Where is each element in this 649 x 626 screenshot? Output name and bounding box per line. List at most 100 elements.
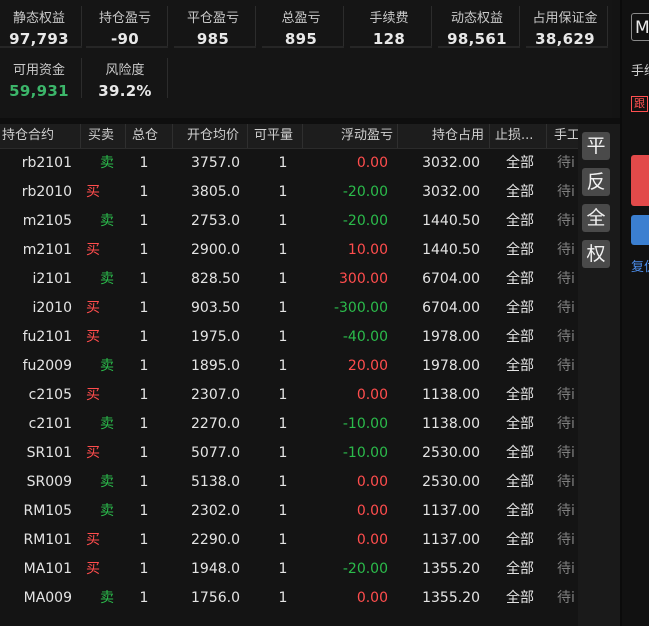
stat-label: 持仓盈亏 [98,11,151,26]
cell-manual[interactable]: 待i [557,352,578,381]
header-symbol[interactable]: 持仓合约 [2,124,72,148]
cell-manual[interactable]: 待i [557,207,578,236]
header-margin[interactable]: 持仓占用 [397,124,484,148]
cell-qty: 1 [139,532,149,548]
cell-stop-loss[interactable]: 全部 [506,265,540,294]
table-row[interactable]: fu2101 买 1 1975.0 1 -40.00 1978.00 全部 待i [0,323,578,352]
cell-stop-loss[interactable]: 全部 [506,149,540,178]
cell-manual[interactable]: 待i [557,265,578,294]
close-all-button[interactable]: 全 [582,204,610,232]
cell-stop-loss[interactable]: 全部 [506,294,540,323]
stat-cell: 总盈亏 895 [262,0,344,48]
cell-manual[interactable]: 待i [557,526,578,555]
cell-stop-loss[interactable]: 全部 [506,207,540,236]
stat-divider [255,6,256,46]
table-row[interactable]: m2105 卖 1 2753.0 1 -20.00 1440.50 全部 待i [0,207,578,236]
cell-floating-pnl: -10.00 [342,445,388,461]
cell-manual[interactable]: 待i [557,294,578,323]
table-row[interactable]: c2105 买 1 2307.0 1 0.00 1138.00 全部 待i [0,381,578,410]
stat-label: 平仓盈亏 [186,11,239,26]
table-row[interactable]: RM105 卖 1 2302.0 1 0.00 1137.00 全部 待i [0,497,578,526]
cell-floating-pnl: 0.00 [356,532,388,548]
cell-symbol: RM105 [23,503,72,519]
table-row[interactable]: m2101 买 1 2900.0 1 10.00 1440.50 全部 待i [0,236,578,265]
cell-avg-price: 2302.0 [191,503,240,519]
copy-link[interactable]: 复仇 [631,256,649,275]
cell-floating-pnl: -300.00 [333,300,388,316]
table-row[interactable]: SR101 买 1 5077.0 1 -10.00 2530.00 全部 待i [0,439,578,468]
positions-table: 持仓合约 买卖 总仓 开仓均价 可平量 浮动盈亏 持仓占用 止损... 手工 r… [0,124,578,626]
cell-qty: 1 [139,474,149,490]
cell-avg-price: 3805.0 [191,184,240,200]
table-row[interactable]: SR009 卖 1 5138.0 1 0.00 2530.00 全部 待i [0,468,578,497]
table-row[interactable]: RM101 买 1 2290.0 1 0.00 1137.00 全部 待i [0,526,578,555]
cell-stop-loss[interactable]: 全部 [506,323,540,352]
cell-manual[interactable]: 待i [557,584,578,613]
cell-avg-price: 1948.0 [191,561,240,577]
stat-label: 静态权益 [12,11,65,26]
close-position-button[interactable]: 平 [582,132,610,160]
stat-underline [0,46,82,48]
header-pnl[interactable]: 浮动盈亏 [302,124,397,148]
cell-floating-pnl: -20.00 [342,213,388,229]
header-stop[interactable]: 止损... [489,124,545,148]
header-avg[interactable]: 开仓均价 [172,124,257,148]
table-row[interactable]: c2101 卖 1 2270.0 1 -10.00 1138.00 全部 待i [0,410,578,439]
stat-cell: 占用保证金 38,629 [526,0,608,48]
cell-manual[interactable]: 待i [557,439,578,468]
cell-margin: 3032.00 [422,184,480,200]
cell-stop-loss[interactable]: 全部 [506,497,540,526]
reverse-position-button[interactable]: 反 [582,168,610,196]
cell-stop-loss[interactable]: 全部 [506,468,540,497]
header-avail[interactable]: 可平量 [247,124,304,148]
header-side[interactable]: 买卖 [80,124,128,148]
cell-manual[interactable]: 待i [557,149,578,178]
stat-divider [519,6,520,46]
contract-select[interactable]: M [631,13,649,41]
table-row[interactable]: i2101 卖 1 828.50 1 300.00 6704.00 全部 待i [0,265,578,294]
cell-available: 1 [278,590,288,606]
cell-stop-loss[interactable]: 全部 [506,236,540,265]
buy-order-button[interactable] [631,155,649,206]
table-row[interactable]: i2010 买 1 903.50 1 -300.00 6704.00 全部 待i [0,294,578,323]
cell-stop-loss[interactable]: 全部 [506,410,540,439]
stat-divider [431,6,432,46]
follow-tag[interactable]: 跟 [631,96,648,112]
cell-manual[interactable]: 待i [557,178,578,207]
cell-available: 1 [278,561,288,577]
cell-available: 1 [278,329,288,345]
cell-manual[interactable]: 待i [557,555,578,584]
cell-stop-loss[interactable]: 全部 [506,555,540,584]
cell-manual[interactable]: 待i [557,323,578,352]
cell-manual[interactable]: 待i [557,497,578,526]
table-row[interactable]: MA009 卖 1 1756.0 1 0.00 1355.20 全部 待i [0,584,578,613]
stat-label: 手续费 [369,11,409,26]
cell-side: 卖 [100,474,114,490]
cell-manual[interactable]: 待i [557,468,578,497]
cell-available: 1 [278,155,288,171]
cell-stop-loss[interactable]: 全部 [506,439,540,468]
account-summary: 静态权益 97,793 持仓盈亏 -90 平仓盈亏 985 总盈亏 895 手续费 128 动态权益… [0,0,612,118]
cell-avg-price: 2270.0 [191,416,240,432]
cell-manual[interactable]: 待i [557,236,578,265]
cell-stop-loss[interactable]: 全部 [506,584,540,613]
table-row[interactable]: rb2010 买 1 3805.0 1 -20.00 3032.00 全部 待i [0,178,578,207]
cell-stop-loss[interactable]: 全部 [506,381,540,410]
cell-margin: 1440.50 [422,242,480,258]
header-qty[interactable]: 总仓 [125,124,172,148]
sell-order-button[interactable] [631,215,649,245]
cell-stop-loss[interactable]: 全部 [506,352,540,381]
cell-stop-loss[interactable]: 全部 [506,178,540,207]
cell-margin: 3032.00 [422,155,480,171]
header-manual[interactable]: 手工 [546,124,578,148]
table-row[interactable]: rb2101 卖 1 3757.0 1 0.00 3032.00 全部 待i [0,149,578,178]
cell-side: 卖 [100,213,114,229]
rights-button[interactable]: 权 [582,240,610,268]
cell-stop-loss[interactable]: 全部 [506,526,540,555]
cell-manual[interactable]: 待i [557,381,578,410]
cell-floating-pnl: 20.00 [347,358,388,374]
cell-manual[interactable]: 待i [557,410,578,439]
table-row[interactable]: MA101 买 1 1948.0 1 -20.00 1355.20 全部 待i [0,555,578,584]
cell-available: 1 [278,445,288,461]
table-row[interactable]: fu2009 卖 1 1895.0 1 20.00 1978.00 全部 待i [0,352,578,381]
